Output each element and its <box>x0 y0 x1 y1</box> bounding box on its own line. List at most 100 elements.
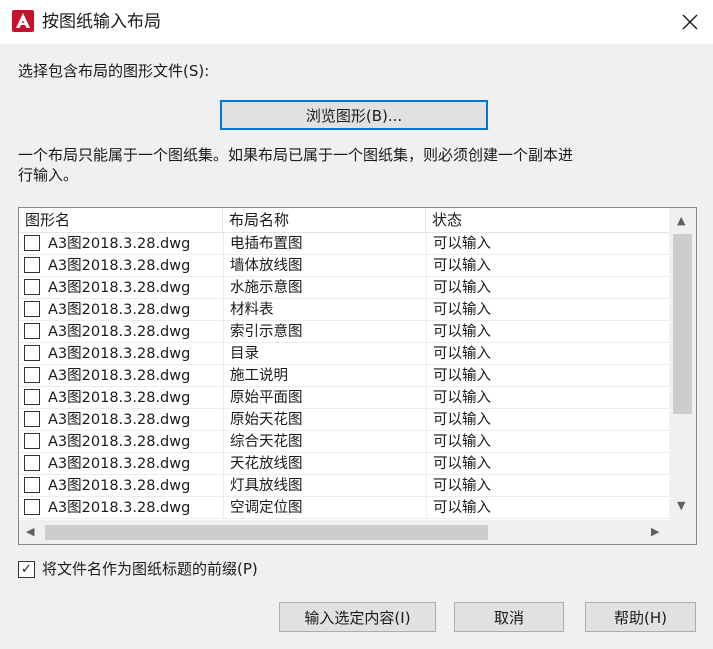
column-divider <box>223 497 224 519</box>
drawing-name-cell: A3图2018.3.28.dwg <box>48 412 191 428</box>
row-checkbox[interactable] <box>24 235 40 251</box>
prefix-checkbox[interactable]: ✓ <box>18 561 35 578</box>
checkmark-icon: ✓ <box>21 562 32 577</box>
drawing-name-cell: A3图2018.3.28.dwg <box>48 280 191 296</box>
table-row[interactable]: A3图2018.3.28.dwg 材料表 可以输入 <box>19 299 669 321</box>
row-checkbox[interactable] <box>24 499 40 515</box>
column-divider <box>426 233 427 255</box>
table-row[interactable]: A3图2018.3.28.dwg 原始天花图 可以输入 <box>19 409 669 431</box>
drawing-name-cell: A3图2018.3.28.dwg <box>48 500 191 516</box>
row-checkbox[interactable] <box>24 323 40 339</box>
row-checkbox[interactable] <box>24 433 40 449</box>
column-divider <box>223 343 224 365</box>
status-cell: 可以输入 <box>433 478 491 494</box>
close-button[interactable] <box>666 0 713 44</box>
table-row[interactable]: A3图2018.3.28.dwg 电插布置图 可以输入 <box>19 233 669 255</box>
status-cell: 可以输入 <box>433 280 491 296</box>
table-row[interactable]: A3图2018.3.28.dwg 目录 可以输入 <box>19 343 669 365</box>
column-divider <box>426 387 427 409</box>
scrollbar-corner <box>669 520 696 544</box>
layout-list[interactable]: 图形名 布局名称 状态 A3图2018.3.28.dwg 电插布置图 可以输入 A3图… <box>18 207 697 545</box>
table-row[interactable]: A3图2018.3.28.dwg 墙体放线图 可以输入 <box>19 255 669 277</box>
scroll-up-icon[interactable]: ▲ <box>677 215 685 227</box>
scroll-right-icon[interactable]: ▶ <box>651 526 659 538</box>
column-divider <box>426 277 427 299</box>
import-selected-button[interactable]: 输入选定内容(I) <box>279 602 436 632</box>
autocad-app-icon <box>12 10 34 32</box>
column-divider <box>426 255 427 277</box>
info-text-line2: 行输入。 <box>18 166 79 184</box>
column-divider <box>426 475 427 497</box>
drawing-name-cell: A3图2018.3.28.dwg <box>48 258 191 274</box>
layout-name-cell: 目录 <box>230 346 259 362</box>
table-row[interactable]: A3图2018.3.28.dwg 施工说明 可以输入 <box>19 365 669 387</box>
layout-name-cell: 综合天花图 <box>230 434 303 450</box>
prefix-checkbox-label[interactable]: 将文件名作为图纸标题的前缀(P) <box>42 559 258 579</box>
help-button[interactable]: 帮助(H) <box>585 602 696 632</box>
horizontal-scroll-thumb[interactable] <box>45 525 488 540</box>
status-cell: 可以输入 <box>433 390 491 406</box>
column-divider <box>223 233 224 255</box>
scroll-down-icon[interactable]: ▼ <box>677 500 685 512</box>
status-cell: 可以输入 <box>433 500 491 516</box>
column-header-layout[interactable]: 布局名称 <box>223 208 426 232</box>
status-cell: 可以输入 <box>433 368 491 384</box>
table-row[interactable]: A3图2018.3.28.dwg 原始平面图 可以输入 <box>19 387 669 409</box>
column-divider <box>223 277 224 299</box>
status-cell: 可以输入 <box>433 412 491 428</box>
table-row[interactable]: A3图2018.3.28.dwg 索引示意图 可以输入 <box>19 321 669 343</box>
status-cell: 可以输入 <box>433 258 491 274</box>
layout-name-cell: 索引示意图 <box>230 324 303 340</box>
column-divider <box>223 299 224 321</box>
column-divider <box>223 255 224 277</box>
row-checkbox[interactable] <box>24 345 40 361</box>
drawing-name-cell: A3图2018.3.28.dwg <box>48 478 191 494</box>
vertical-scroll-thumb[interactable] <box>673 234 692 414</box>
drawing-name-cell: A3图2018.3.28.dwg <box>48 434 191 450</box>
column-divider <box>426 365 427 387</box>
row-checkbox[interactable] <box>24 257 40 273</box>
table-row[interactable]: A3图2018.3.28.dwg 灯具放线图 可以输入 <box>19 475 669 497</box>
status-cell: 可以输入 <box>433 456 491 472</box>
table-row[interactable]: A3图2018.3.28.dwg 水施示意图 可以输入 <box>19 277 669 299</box>
column-divider <box>426 299 427 321</box>
drawing-name-cell: A3图2018.3.28.dwg <box>48 456 191 472</box>
drawing-name-cell: A3图2018.3.28.dwg <box>48 390 191 406</box>
column-header-status[interactable]: 状态 <box>426 208 669 232</box>
row-checkbox[interactable] <box>24 301 40 317</box>
table-row[interactable]: A3图2018.3.28.dwg 天花放线图 可以输入 <box>19 453 669 475</box>
cancel-button[interactable]: 取消 <box>454 602 564 632</box>
vertical-scrollbar[interactable]: ▲ ▼ <box>669 208 696 520</box>
row-checkbox[interactable] <box>24 367 40 383</box>
status-cell: 可以输入 <box>433 434 491 450</box>
column-header-drawing[interactable]: 图形名 <box>19 208 223 232</box>
layout-name-cell: 墙体放线图 <box>230 258 303 274</box>
horizontal-scrollbar[interactable]: ◀ ▶ <box>19 520 669 544</box>
status-cell: 可以输入 <box>433 302 491 318</box>
browse-drawing-button[interactable]: 浏览图形(B)... <box>220 100 488 130</box>
drawing-name-cell: A3图2018.3.28.dwg <box>48 236 191 252</box>
column-divider <box>223 321 224 343</box>
scroll-left-icon[interactable]: ◀ <box>26 526 34 538</box>
row-checkbox[interactable] <box>24 279 40 295</box>
row-checkbox[interactable] <box>24 411 40 427</box>
drawing-name-cell: A3图2018.3.28.dwg <box>48 324 191 340</box>
layout-name-cell: 空调定位图 <box>230 500 303 516</box>
window-title: 按图纸输入布局 <box>42 12 161 32</box>
row-checkbox[interactable] <box>24 389 40 405</box>
layout-name-cell: 原始天花图 <box>230 412 303 428</box>
table-row[interactable]: A3图2018.3.28.dwg 空调定位图 可以输入 <box>19 497 669 519</box>
column-divider <box>426 343 427 365</box>
column-divider <box>223 475 224 497</box>
column-divider <box>426 497 427 519</box>
row-checkbox[interactable] <box>24 455 40 471</box>
layout-name-cell: 电插布置图 <box>230 236 303 252</box>
table-row[interactable]: A3图2018.3.28.dwg 综合天花图 可以输入 <box>19 431 669 453</box>
status-cell: 可以输入 <box>433 324 491 340</box>
column-divider <box>426 321 427 343</box>
layout-name-cell: 天花放线图 <box>230 456 303 472</box>
row-checkbox[interactable] <box>24 477 40 493</box>
title-bar: 按图纸输入布局 <box>0 0 713 44</box>
column-divider <box>223 453 224 475</box>
close-icon <box>682 14 697 30</box>
